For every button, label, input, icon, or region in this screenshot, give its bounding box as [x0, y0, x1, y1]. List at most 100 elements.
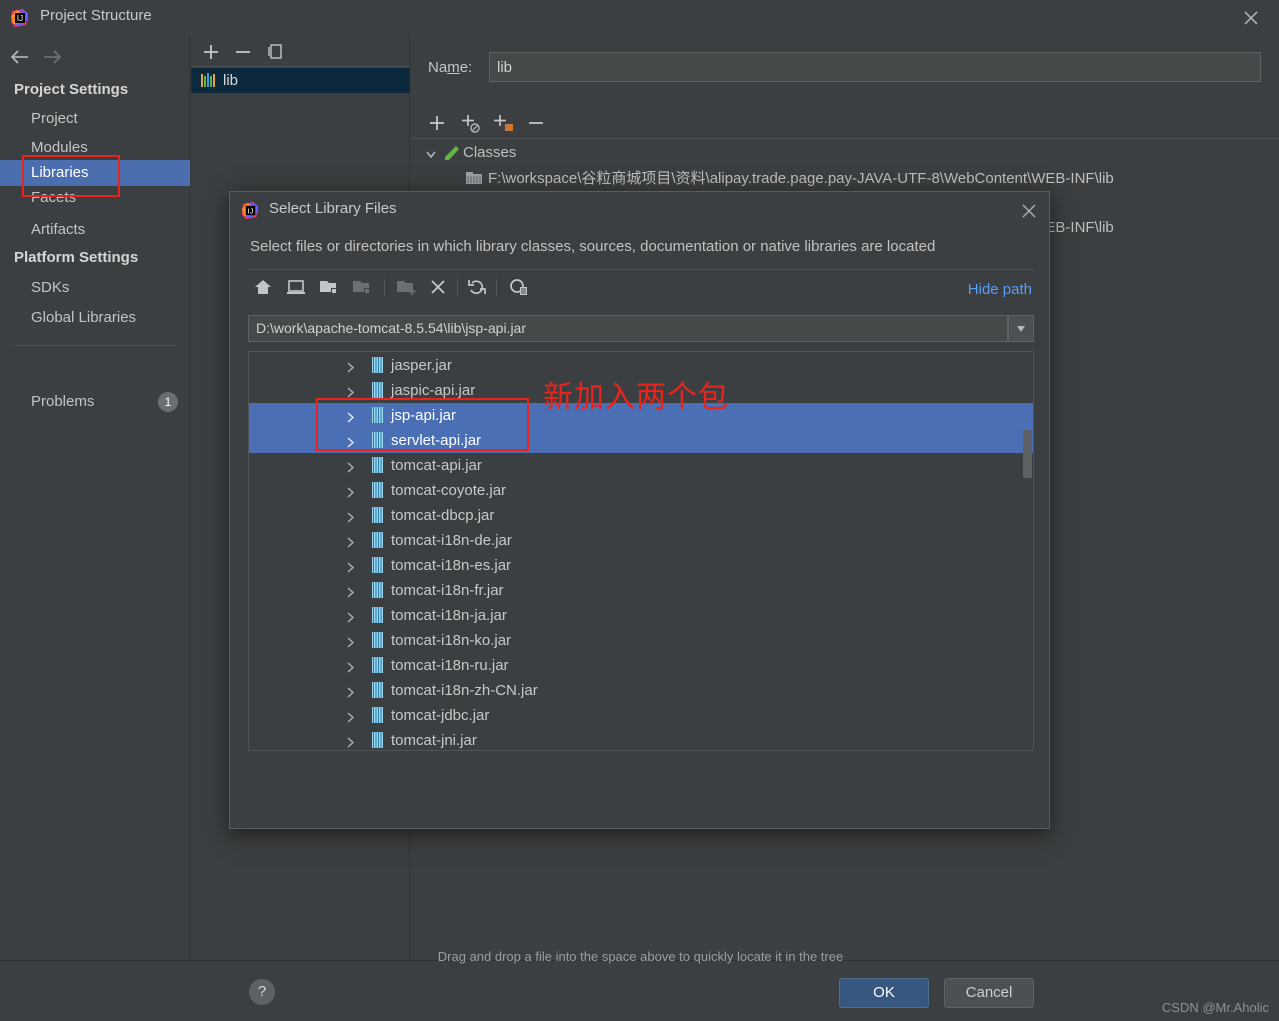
chevron-right-icon[interactable] — [345, 660, 356, 673]
classes-root-path-row-0[interactable]: F:\workspace\谷粒商城项目\资料\alipay.trade.page… — [411, 166, 1279, 191]
jar-file-icon — [372, 457, 383, 473]
jar-file-icon — [372, 557, 383, 573]
close-icon[interactable] — [1241, 8, 1261, 28]
chevron-right-icon[interactable] — [345, 560, 356, 573]
path-dropdown-button[interactable] — [1008, 315, 1034, 342]
home-icon[interactable] — [251, 276, 275, 298]
file-list-item-label: tomcat-dbcp.jar — [391, 507, 495, 524]
file-list-item[interactable]: tomcat-i18n-es.jar — [249, 553, 1033, 578]
jar-file-icon — [372, 532, 383, 548]
remove-library-button[interactable] — [232, 41, 254, 63]
chevron-right-icon[interactable] — [345, 460, 356, 473]
show-hidden-icon[interactable] — [506, 276, 530, 298]
jar-file-icon — [372, 607, 383, 623]
desktop-icon[interactable] — [284, 276, 308, 298]
jar-folder-icon — [466, 172, 482, 185]
library-list-item-lib[interactable]: lib — [191, 68, 410, 93]
sidebar-item-artifacts[interactable]: Artifacts — [0, 217, 190, 243]
file-list-item[interactable]: tomcat-jdbc.jar — [249, 703, 1033, 728]
plus-sources-icon[interactable] — [458, 112, 482, 134]
arrow-left-icon[interactable] — [8, 47, 32, 67]
library-icon — [201, 73, 217, 88]
path-input[interactable]: D:\work\apache-tomcat-8.5.54\lib\jsp-api… — [248, 315, 1008, 342]
chevron-right-icon[interactable] — [345, 360, 356, 373]
scrollbar-thumb[interactable] — [1023, 430, 1032, 478]
chevron-right-icon[interactable] — [345, 710, 356, 723]
toolbar-divider — [457, 279, 458, 296]
sidebar-item-modules[interactable]: Modules — [0, 135, 190, 161]
jar-file-icon — [372, 507, 383, 523]
file-list-item[interactable]: tomcat-jni.jar — [249, 728, 1033, 750]
chevron-right-icon[interactable] — [345, 510, 356, 523]
close-icon[interactable] — [1019, 201, 1039, 221]
file-list-item-label: jasper.jar — [391, 357, 452, 374]
file-list-item-label: tomcat-i18n-ru.jar — [391, 657, 509, 674]
chevron-right-icon[interactable] — [345, 585, 356, 598]
window-title-bar: IJ Project Structure — [0, 0, 1279, 35]
file-list-item[interactable]: tomcat-i18n-ja.jar — [249, 603, 1033, 628]
folder-up-icon[interactable] — [317, 276, 341, 298]
libraries-toolbar — [191, 35, 410, 67]
file-list-item[interactable]: tomcat-api.jar — [249, 453, 1033, 478]
watermark-text: CSDN @Mr.Aholic — [1161, 1000, 1269, 1015]
sidebar-item-facets[interactable]: Facets — [0, 185, 190, 211]
jar-file-icon — [372, 682, 383, 698]
modal-ok-button[interactable]: OK — [839, 978, 929, 1008]
jar-file-icon — [372, 357, 383, 373]
svg-text:IJ: IJ — [248, 206, 254, 215]
refresh-icon[interactable] — [465, 276, 489, 298]
sidebar-item-libraries[interactable]: Libraries — [0, 160, 190, 186]
chevron-right-icon[interactable] — [345, 735, 356, 748]
sidebar-item-global-libraries[interactable]: Global Libraries — [0, 305, 190, 331]
name-field-label: Name: — [428, 59, 473, 76]
folder-add-icon — [394, 276, 418, 298]
hide-path-link[interactable]: Hide path — [968, 281, 1032, 298]
folder-project-icon — [350, 276, 374, 298]
tree-node-classes[interactable]: Classes — [411, 140, 1279, 165]
settings-sidebar: Project Settings Project Modules Librari… — [0, 35, 190, 960]
file-list-scrollbar[interactable] — [1022, 352, 1033, 750]
add-root-button[interactable] — [425, 112, 449, 134]
file-list-item-label: tomcat-coyote.jar — [391, 482, 507, 499]
file-list-item[interactable]: tomcat-i18n-ko.jar — [249, 628, 1033, 653]
annotation-chinese-note: 新加入两个包 — [543, 380, 729, 415]
jar-file-icon — [372, 732, 383, 748]
jar-file-icon — [372, 657, 383, 673]
sidebar-item-problems[interactable]: Problems 1 — [0, 389, 190, 415]
file-list-item[interactable]: tomcat-i18n-fr.jar — [249, 578, 1033, 603]
file-list-item[interactable]: tomcat-i18n-ru.jar — [249, 653, 1033, 678]
chevron-right-icon[interactable] — [345, 435, 356, 448]
library-name-input[interactable] — [489, 52, 1261, 82]
navigation-arrows — [0, 43, 190, 73]
file-list-item[interactable]: tomcat-i18n-de.jar — [249, 528, 1033, 553]
chevron-right-icon[interactable] — [345, 685, 356, 698]
sidebar-item-project[interactable]: Project — [0, 106, 190, 132]
chevron-right-icon[interactable] — [345, 610, 356, 623]
chevron-right-icon[interactable] — [345, 485, 356, 498]
remove-root-button[interactable] — [524, 112, 548, 134]
file-list-item[interactable]: tomcat-coyote.jar — [249, 478, 1033, 503]
file-chooser-toolbar — [230, 270, 1051, 305]
chevron-right-icon[interactable] — [345, 385, 356, 398]
file-list-item[interactable]: tomcat-dbcp.jar — [249, 503, 1033, 528]
modal-cancel-button[interactable]: Cancel — [944, 978, 1034, 1008]
chevron-down-icon[interactable] — [425, 147, 437, 159]
file-list-item[interactable]: tomcat-i18n-zh-CN.jar — [249, 678, 1033, 703]
delete-x-icon[interactable] — [426, 276, 450, 298]
sidebar-item-sdks[interactable]: SDKs — [0, 275, 190, 301]
chevron-right-icon[interactable] — [345, 635, 356, 648]
section-heading-platform-settings: Platform Settings — [14, 249, 139, 266]
question-mark-icon[interactable]: ? — [249, 979, 275, 1005]
add-library-button[interactable] — [200, 41, 222, 63]
arrow-right-icon[interactable] — [40, 47, 64, 67]
intellij-idea-logo-icon: IJ — [241, 201, 260, 220]
file-list-item[interactable]: servlet-api.jar — [249, 428, 1033, 453]
copy-library-button[interactable] — [265, 41, 287, 63]
chevron-right-icon[interactable] — [345, 410, 356, 423]
plus-folder-icon[interactable] — [491, 112, 515, 134]
classes-root-path-0: F:\workspace\谷粒商城项目\资料\alipay.trade.page… — [488, 170, 1114, 187]
project-structure-window: IJ Project Structure Project Settings Pr… — [0, 0, 1279, 1021]
file-list-item-label: tomcat-i18n-zh-CN.jar — [391, 682, 538, 699]
chevron-right-icon[interactable] — [345, 535, 356, 548]
jar-file-icon — [372, 482, 383, 498]
